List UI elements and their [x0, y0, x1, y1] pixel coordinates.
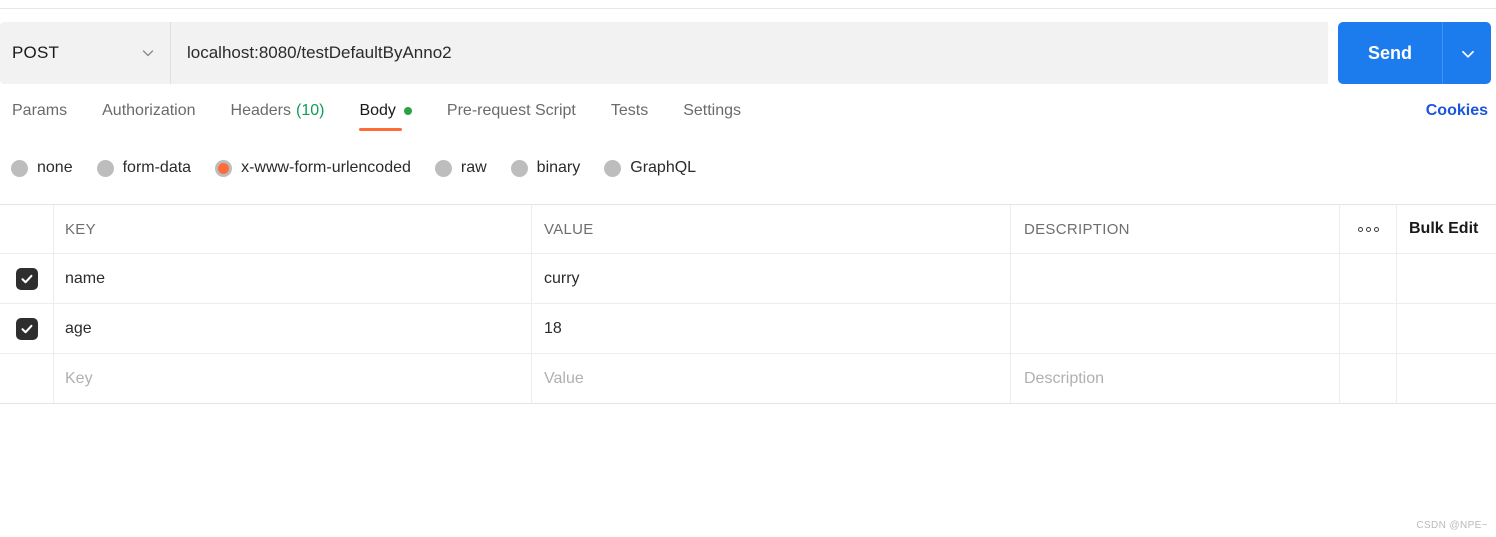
send-options-button[interactable] [1442, 22, 1491, 84]
chevron-down-icon [140, 45, 156, 61]
empty-row-key-cell[interactable]: Key [54, 354, 532, 403]
more-options-icon [1357, 226, 1379, 232]
body-type-none[interactable]: none [11, 159, 73, 177]
radio-icon [11, 159, 28, 177]
request-url-bar: POST localhost:8080/testDefaultByAnno2 S… [0, 22, 1496, 84]
tab-label: Settings [683, 102, 742, 119]
row-key-text: age [65, 319, 92, 337]
row-options-spacer [1339, 254, 1397, 303]
request-tabs: Params Authorization Headers (10) Body P… [0, 102, 1496, 140]
value-placeholder: Value [544, 369, 584, 387]
top-divider [0, 8, 1496, 9]
radio-selected-icon [215, 159, 233, 177]
header-key-cell: KEY [54, 205, 532, 253]
row-checkbox-checked[interactable] [15, 317, 38, 340]
table-empty-row: Key Value Description [0, 354, 1496, 403]
column-header-description: DESCRIPTION [1024, 220, 1130, 238]
body-type-binary[interactable]: binary [510, 159, 581, 177]
tab-params[interactable]: Params [12, 102, 67, 131]
cookies-link[interactable]: Cookies [1426, 102, 1488, 120]
row-value-text: curry [544, 269, 580, 287]
tab-label: Authorization [102, 102, 196, 119]
header-checkbox-cell [0, 205, 54, 253]
header-description-cell: DESCRIPTION [1011, 205, 1339, 253]
radio-icon [604, 159, 622, 177]
tab-pre-request-script[interactable]: Pre-request Script [447, 102, 576, 131]
table-row: age 18 [0, 304, 1496, 354]
bulk-edit-button[interactable]: Bulk Edit [1397, 205, 1496, 253]
request-url-input[interactable]: localhost:8080/testDefaultByAnno2 [170, 22, 1328, 84]
description-placeholder: Description [1024, 369, 1105, 387]
table-row: name curry [0, 254, 1496, 304]
body-type-raw[interactable]: raw [434, 159, 487, 177]
tab-settings[interactable]: Settings [683, 102, 741, 131]
row-checkbox-cell [0, 254, 54, 303]
row-checkbox-checked[interactable] [15, 267, 38, 290]
row-bulk-spacer [1397, 304, 1496, 353]
radio-icon [96, 159, 114, 177]
url-encoded-params-table: KEY VALUE DESCRIPTION Bulk Edit name cur… [0, 204, 1496, 404]
body-type-graphql[interactable]: GraphQL [604, 159, 696, 177]
row-key-text: name [65, 269, 106, 287]
row-key-cell[interactable]: name [54, 254, 532, 303]
empty-row-options-spacer [1339, 354, 1397, 403]
chevron-down-icon [1459, 45, 1475, 61]
row-value-cell[interactable]: 18 [532, 304, 1011, 353]
tab-authorization[interactable]: Authorization [102, 102, 195, 131]
row-checkbox-cell [0, 304, 54, 353]
row-value-cell[interactable]: curry [532, 254, 1011, 303]
row-value-text: 18 [544, 319, 562, 337]
tab-label: Pre-request Script [446, 102, 576, 119]
radio-label: form-data [122, 159, 192, 176]
http-method-label: POST [12, 43, 60, 62]
radio-label: raw [460, 159, 487, 176]
body-modified-dot-icon [403, 107, 412, 115]
row-options-spacer [1339, 304, 1397, 353]
tab-body[interactable]: Body [359, 102, 412, 131]
send-button[interactable]: Send [1338, 22, 1442, 84]
radio-icon [434, 159, 452, 177]
body-type-radio-group: none form-data x-www-form-urlencoded raw… [11, 159, 720, 177]
row-bulk-spacer [1397, 254, 1496, 303]
http-method-select[interactable]: POST [0, 22, 170, 84]
empty-row-value-cell[interactable]: Value [532, 354, 1011, 403]
radio-label: binary [536, 159, 581, 176]
active-tab-underline [359, 128, 402, 131]
send-button-group: Send [1338, 22, 1491, 84]
empty-row-description-cell[interactable]: Description [1011, 354, 1339, 403]
row-description-cell[interactable] [1011, 304, 1339, 353]
row-description-cell[interactable] [1011, 254, 1339, 303]
tab-label: Body [359, 102, 396, 119]
radio-icon [510, 159, 528, 177]
body-type-form-data[interactable]: form-data [96, 159, 192, 177]
watermark: CSDN @NPE~ [1416, 520, 1488, 531]
empty-row-bulk-spacer [1397, 354, 1496, 403]
column-header-value: VALUE [544, 220, 594, 238]
empty-row-checkbox-cell [0, 354, 54, 403]
tab-tests[interactable]: Tests [611, 102, 648, 131]
headers-count: (10) [296, 102, 325, 119]
key-placeholder: Key [65, 369, 93, 387]
tab-label: Headers [230, 102, 291, 119]
radio-label: x-www-form-urlencoded [241, 159, 411, 176]
header-value-cell: VALUE [532, 205, 1011, 253]
table-header-row: KEY VALUE DESCRIPTION Bulk Edit [0, 205, 1496, 254]
tab-label: Params [12, 102, 68, 119]
body-type-x-www-form-urlencoded[interactable]: x-www-form-urlencoded [215, 159, 411, 177]
tab-label: Tests [610, 102, 649, 119]
table-options-button[interactable] [1339, 205, 1397, 253]
radio-label: none [37, 159, 73, 176]
column-header-key: KEY [65, 220, 96, 238]
radio-label: GraphQL [630, 159, 697, 176]
tab-headers[interactable]: Headers (10) [231, 102, 325, 131]
row-key-cell[interactable]: age [54, 304, 532, 353]
